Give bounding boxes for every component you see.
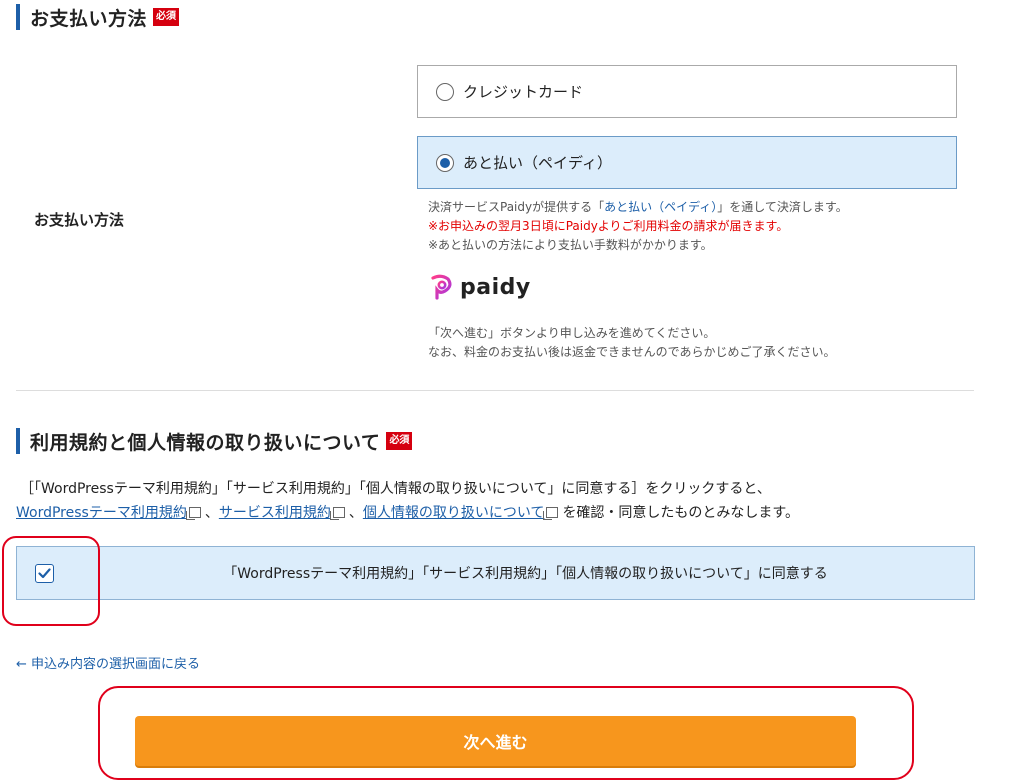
privacy-policy-link[interactable]: 個人情報の取り扱いについて [363, 505, 545, 521]
payment-heading-text: お支払い方法 [30, 7, 148, 30]
radio-dot [440, 157, 450, 168]
paidy-logo-text: paidy [460, 274, 531, 300]
agree-terms-box[interactable]: 「WordPressテーマ利用規約」「サービス利用規約」「個人情報の取り扱いにつ… [16, 546, 975, 600]
heading-accent-bar [16, 4, 20, 30]
external-link-icon [329, 507, 345, 520]
note-text: 決済サービスPaidyが提供する「 [428, 200, 605, 214]
next-button[interactable]: 次へ進む [135, 716, 856, 766]
separator: 、 [204, 505, 219, 521]
external-link-icon [185, 507, 201, 520]
radio-option-credit-card[interactable]: クレジットカード [417, 65, 957, 118]
terms-description-line2: WordPressテーマ利用規約 、サービス利用規約 、個人情報の取り扱いについてを… [16, 502, 799, 522]
note-text: 」を通して決済します。 [717, 200, 848, 214]
paidy-note-line5: なお、料金のお支払い後は返金できませんのであらかじめご了承ください。 [428, 345, 836, 359]
paidy-logo-icon [431, 274, 452, 300]
terms-description-suffix: を確認・同意したものとみなします。 [562, 505, 800, 521]
agree-checkbox[interactable] [35, 564, 54, 583]
radio-label: あと払い（ペイディ） [463, 154, 612, 172]
heading-accent-bar [16, 428, 20, 454]
required-badge: 必須 [153, 8, 180, 26]
terms-heading-text: 利用規約と個人情報の取り扱いについて [30, 431, 381, 454]
paidy-logo: paidy [428, 274, 531, 300]
radio-button[interactable] [436, 82, 454, 101]
paidy-note-line3: ※あと払いの方法により支払い手数料がかかります。 [428, 238, 713, 252]
external-link-icon [543, 507, 559, 520]
paidy-note-line1: 決済サービスPaidyが提供する「あと払い（ペイディ）」を通して決済します。 [428, 198, 848, 216]
radio-button-selected[interactable] [436, 153, 454, 172]
section-divider [16, 390, 974, 391]
paidy-note-line4: 「次へ進む」ボタンより申し込みを進めてください。 [428, 326, 716, 340]
payment-row-label: お支払い方法 [34, 211, 125, 229]
separator: 、 [348, 505, 363, 521]
required-badge: 必須 [386, 432, 413, 450]
wordpress-terms-link[interactable]: WordPressテーマ利用規約 [16, 505, 187, 521]
paidy-note-line2: ※お申込みの翌月3日頃にPaidyよりご利用料金の請求が届きます。 [428, 219, 789, 233]
terms-section-heading: 利用規約と個人情報の取り扱いについて 必須 [16, 428, 413, 454]
radio-option-paidy[interactable]: あと払い（ペイディ） [417, 136, 957, 189]
agree-label: 「WordPressテーマ利用規約」「サービス利用規約」「個人情報の取り扱いにつ… [223, 566, 828, 582]
back-to-selection-link[interactable]: ← 申込み内容の選択画面に戻る [16, 653, 200, 672]
radio-label: クレジットカード [463, 83, 584, 101]
terms-description-line1: ［「WordPressテーマ利用規約」「サービス利用規約」「個人情報の取り扱いに… [20, 481, 771, 497]
service-terms-link[interactable]: サービス利用規約 [219, 505, 331, 521]
paidy-link[interactable]: あと払い（ペイディ） [604, 200, 717, 214]
payment-section-heading: お支払い方法 必須 [16, 4, 180, 30]
checkmark-icon [38, 568, 51, 579]
